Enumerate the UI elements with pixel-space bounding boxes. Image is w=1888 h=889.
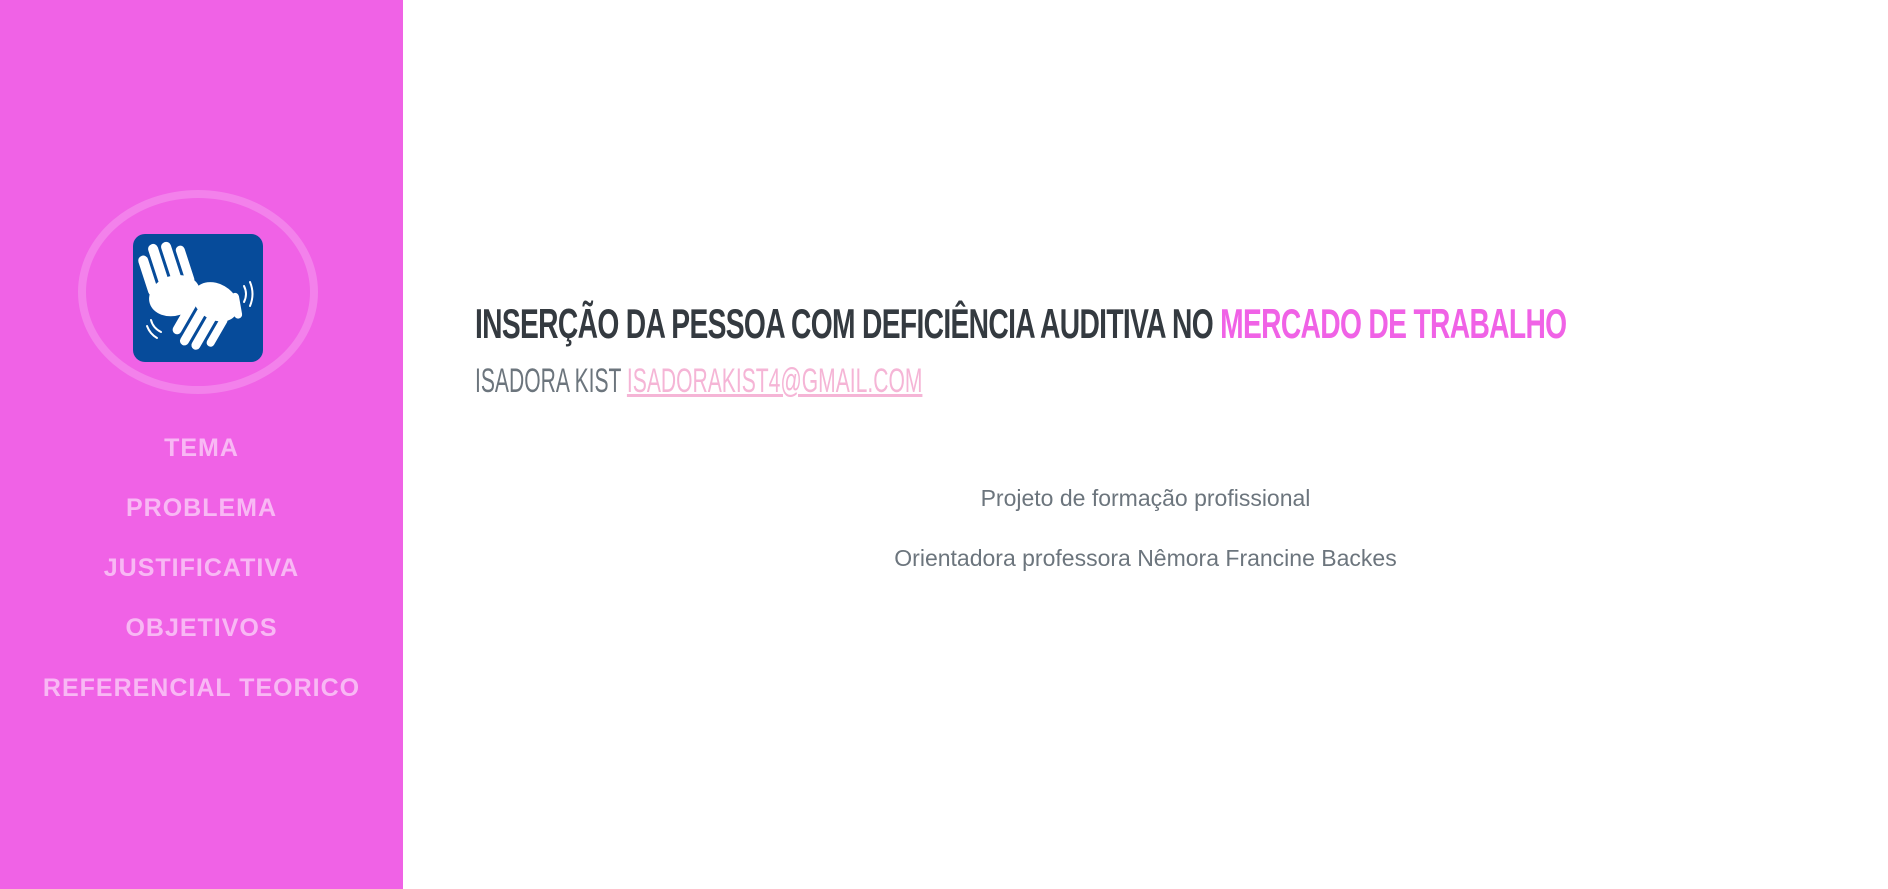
nav-link-problema[interactable]: PROBLEMA bbox=[126, 494, 277, 522]
nav-item-referencial-teorico: REFERENCIAL TEORICO bbox=[0, 658, 403, 718]
author-name: ISADORA KIST bbox=[475, 362, 622, 400]
nav-link-objetivos[interactable]: OBJETIVOS bbox=[125, 614, 277, 642]
advisor-text: Orientadora professora Nêmora Francine B… bbox=[894, 545, 1397, 571]
sidebar-nav: TEMA PROBLEMA JUSTIFICATIVA OBJETIVOS RE… bbox=[0, 418, 403, 718]
nav-link-justificativa[interactable]: JUSTIFICATIVA bbox=[104, 554, 299, 582]
avatar bbox=[133, 234, 263, 362]
main-content: INSERÇÃO DA PESSOA COM DEFICIÊNCIA AUDIT… bbox=[403, 0, 1888, 889]
nav-item-objetivos: OBJETIVOS bbox=[0, 598, 403, 658]
email-link[interactable]: ISADORAKIST4@GMAIL.COM bbox=[627, 362, 922, 400]
page-title: INSERÇÃO DA PESSOA COM DEFICIÊNCIA AUDIT… bbox=[475, 297, 1567, 351]
author-line: ISADORA KIST ISADORAKIST4@GMAIL.COM bbox=[475, 360, 922, 402]
project-description: Projeto de formação profissional bbox=[980, 485, 1311, 511]
nav-item-tema: TEMA bbox=[0, 418, 403, 478]
nav-link-tema[interactable]: TEMA bbox=[164, 434, 239, 462]
page-title-accent: MERCADO DE TRABALHO bbox=[1220, 300, 1567, 347]
sidebar: TEMA PROBLEMA JUSTIFICATIVA OBJETIVOS RE… bbox=[0, 0, 403, 889]
page-title-main: INSERÇÃO DA PESSOA COM DEFICIÊNCIA AUDIT… bbox=[475, 300, 1214, 347]
nav-link-referencial-teorico[interactable]: REFERENCIAL TEORICO bbox=[43, 674, 360, 702]
nav-item-problema: PROBLEMA bbox=[0, 478, 403, 538]
sign-language-hands-icon bbox=[133, 234, 263, 362]
nav-item-justificativa: JUSTIFICATIVA bbox=[0, 538, 403, 598]
